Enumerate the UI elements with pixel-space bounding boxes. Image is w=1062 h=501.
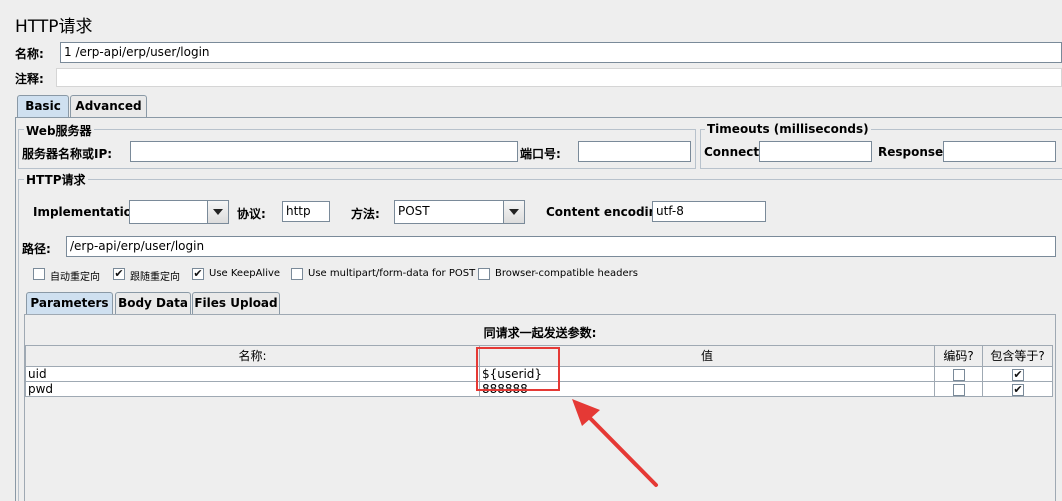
param-include-equals-cell[interactable] bbox=[982, 366, 1053, 382]
method-dropdown-button[interactable] bbox=[503, 201, 524, 223]
tab-files-upload[interactable]: Files Upload bbox=[192, 292, 280, 314]
server-label: 服务器名称或IP: bbox=[22, 147, 113, 161]
timeouts-legend: Timeouts (milliseconds) bbox=[705, 122, 871, 136]
port-label: 端口号: bbox=[520, 147, 561, 161]
tab-body-data[interactable]: Body Data bbox=[115, 292, 191, 314]
follow-redirect-label: 跟随重定向 bbox=[130, 272, 180, 283]
include-equals-checkbox[interactable] bbox=[1012, 369, 1024, 381]
page-title: HTTP请求 bbox=[15, 17, 93, 37]
column-header-encode[interactable]: 编码? bbox=[934, 345, 983, 367]
param-name-cell[interactable]: uid bbox=[25, 366, 480, 382]
arrow-icon bbox=[572, 399, 658, 487]
response-field[interactable] bbox=[943, 141, 1056, 162]
implementation-select[interactable] bbox=[129, 200, 229, 224]
multipart-label: Use multipart/form-data for POST bbox=[308, 268, 476, 279]
implementation-dropdown-button[interactable] bbox=[207, 201, 228, 223]
method-value: POST bbox=[398, 204, 430, 218]
name-field[interactable]: 1 /erp-api/erp/user/login bbox=[60, 42, 1062, 63]
chevron-down-icon bbox=[213, 209, 223, 215]
params-section-title: 同请求一起发送参数: bbox=[483, 326, 597, 340]
http-request-legend: HTTP请求 bbox=[24, 171, 88, 188]
comment-field[interactable] bbox=[56, 68, 1062, 87]
web-server-legend: Web服务器 bbox=[24, 122, 94, 139]
name-label: 名称: bbox=[15, 47, 44, 61]
protocol-field[interactable]: http bbox=[282, 201, 330, 222]
encode-checkbox[interactable] bbox=[953, 369, 965, 381]
method-select[interactable]: POST bbox=[394, 200, 525, 224]
path-field[interactable]: /erp-api/erp/user/login bbox=[66, 236, 1056, 257]
param-encode-cell[interactable] bbox=[934, 381, 983, 397]
follow-redirect-checkbox[interactable] bbox=[113, 268, 125, 280]
param-name-cell[interactable]: pwd bbox=[25, 381, 480, 397]
column-header-include-equals[interactable]: 包含等于? bbox=[982, 345, 1053, 367]
param-include-equals-cell[interactable] bbox=[982, 381, 1053, 397]
keepalive-label: Use KeepAlive bbox=[209, 268, 281, 279]
param-encode-cell[interactable] bbox=[934, 366, 983, 382]
browser-headers-checkbox[interactable] bbox=[478, 268, 490, 280]
method-label: 方法: bbox=[351, 207, 380, 221]
tab-basic[interactable]: Basic bbox=[17, 95, 69, 118]
encoding-field[interactable]: utf-8 bbox=[652, 201, 766, 222]
auto-redirect-label: 自动重定向 bbox=[50, 272, 100, 283]
chevron-down-icon bbox=[509, 209, 519, 215]
column-header-name[interactable]: 名称: bbox=[25, 345, 480, 367]
params-table-body bbox=[25, 402, 1052, 501]
highlight-box bbox=[476, 347, 560, 391]
encode-checkbox[interactable] bbox=[953, 384, 965, 396]
connect-label: Connect: bbox=[704, 145, 764, 159]
connect-field[interactable] bbox=[759, 141, 872, 162]
server-field[interactable] bbox=[130, 141, 518, 162]
browser-headers-label: Browser-compatible headers bbox=[495, 268, 638, 279]
multipart-checkbox[interactable] bbox=[291, 268, 303, 280]
protocol-label: 协议: bbox=[237, 207, 266, 221]
tab-advanced[interactable]: Advanced bbox=[70, 95, 147, 117]
tab-parameters[interactable]: Parameters bbox=[26, 292, 113, 315]
include-equals-checkbox[interactable] bbox=[1012, 384, 1024, 396]
path-label: 路径: bbox=[22, 242, 51, 256]
port-field[interactable] bbox=[578, 141, 691, 162]
response-label: Response: bbox=[878, 145, 948, 159]
auto-redirect-checkbox[interactable] bbox=[33, 268, 45, 280]
comment-label: 注释: bbox=[15, 72, 44, 86]
keepalive-checkbox[interactable] bbox=[192, 268, 204, 280]
